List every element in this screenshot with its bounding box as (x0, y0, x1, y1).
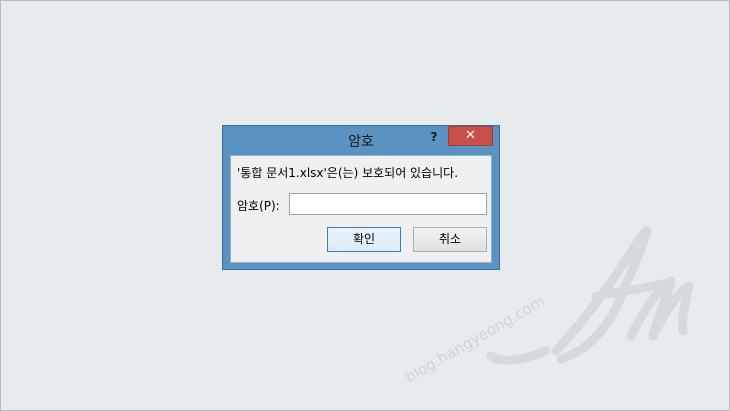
dialog-content: '통합 문서1.xlsx'은(는) 보호되어 있습니다. 암호(P): 확인 취… (230, 155, 492, 263)
password-input[interactable] (289, 193, 487, 215)
password-dialog: 암호 ? ✕ '통합 문서1.xlsx'은(는) 보호되어 있습니다. 암호(P… (222, 125, 500, 270)
password-label: 암호(P): (237, 199, 280, 213)
protection-message: '통합 문서1.xlsx'은(는) 보호되어 있습니다. (237, 166, 459, 180)
watermark-text: blog.hangyeong.com (402, 292, 548, 387)
dialog-titlebar[interactable]: 암호 ? ✕ (223, 126, 499, 154)
desktop-background: blog.hangyeong.com 암호 ? ✕ '통합 문서1.xlsx'은… (0, 0, 730, 411)
ok-button[interactable]: 확인 (327, 227, 401, 252)
cancel-button[interactable]: 취소 (413, 227, 487, 252)
close-button[interactable]: ✕ (448, 126, 493, 146)
close-icon: ✕ (465, 128, 476, 143)
help-button[interactable]: ? (425, 127, 443, 147)
